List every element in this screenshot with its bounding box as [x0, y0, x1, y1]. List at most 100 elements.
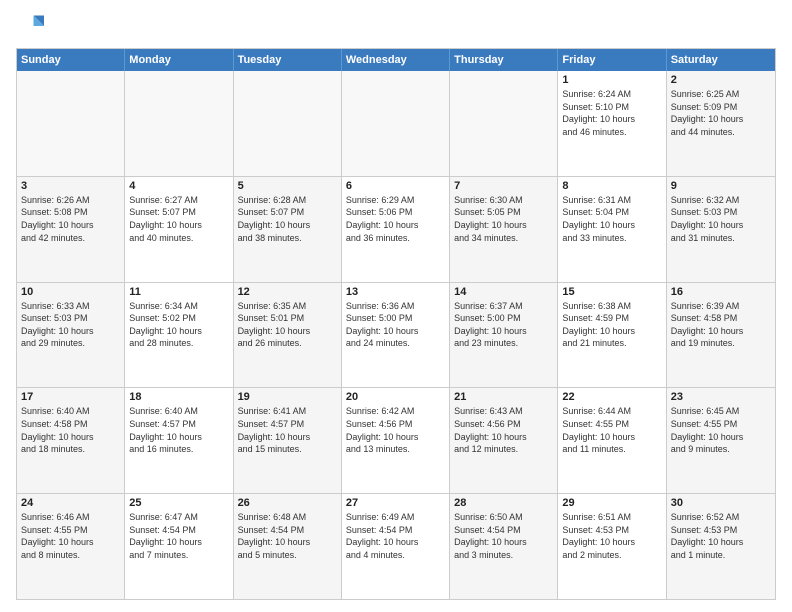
calendar-row-2: 3Sunrise: 6:26 AMSunset: 5:08 PMDaylight…	[17, 176, 775, 282]
calendar-row-5: 24 Sunrise: 6:46 AMSunset: 4:55 PMDayligh…	[17, 493, 775, 599]
day-number: 23	[671, 391, 771, 403]
day-number: 2	[671, 74, 771, 86]
calendar-row-1: 1 Sunrise: 6:24 AMSunset: 5:10 PMDaylight…	[17, 71, 775, 176]
day-cell-10: 10 Sunrise: 6:33 AMSunset: 5:03 PMDayligh…	[17, 283, 125, 388]
day-info: Sunrise: 6:29 AMSunset: 5:06 PMDaylight:…	[346, 194, 445, 244]
day-cell-28: 28 Sunrise: 6:50 AMSunset: 4:54 PMDayligh…	[450, 494, 558, 599]
day-info: Sunrise: 6:39 AMSunset: 4:58 PMDaylight:…	[671, 300, 771, 350]
day-number: 29	[562, 497, 661, 509]
calendar-row-3: 10 Sunrise: 6:33 AMSunset: 5:03 PMDayligh…	[17, 282, 775, 388]
day-info: Sunrise: 6:24 AMSunset: 5:10 PMDaylight:…	[562, 88, 661, 138]
day-cell-16: 16 Sunrise: 6:39 AMSunset: 4:58 PMDayligh…	[667, 283, 775, 388]
day-number: 13	[346, 286, 445, 298]
day-info: Sunrise: 6:27 AMSunset: 5:07 PMDaylight:…	[129, 194, 228, 244]
day-number: 14	[454, 286, 553, 298]
day-number: 26	[238, 497, 337, 509]
day-info: Sunrise: 6:34 AMSunset: 5:02 PMDaylight:…	[129, 300, 228, 350]
calendar-header: SundayMondayTuesdayWednesdayThursdayFrid…	[17, 49, 775, 71]
day-cell-29: 29Sunrise: 6:51 AMSunset: 4:53 PMDayligh…	[558, 494, 666, 599]
day-info: Sunrise: 6:40 AMSunset: 4:57 PMDaylight:…	[129, 405, 228, 455]
day-cell-25: 25 Sunrise: 6:47 AMSunset: 4:54 PMDayligh…	[125, 494, 233, 599]
day-info: Sunrise: 6:32 AMSunset: 5:03 PMDaylight:…	[671, 194, 771, 244]
day-number: 22	[562, 391, 661, 403]
day-number: 10	[21, 286, 120, 298]
day-number: 4	[129, 180, 228, 192]
day-number: 30	[671, 497, 771, 509]
day-number: 17	[21, 391, 120, 403]
day-info: Sunrise: 6:50 AMSunset: 4:54 PMDaylight:…	[454, 511, 553, 561]
header-cell-monday: Monday	[125, 49, 233, 71]
day-cell-12: 12 Sunrise: 6:35 AMSunset: 5:01 PMDayligh…	[234, 283, 342, 388]
empty-cell	[342, 71, 450, 176]
logo-icon	[16, 12, 44, 40]
day-info: Sunrise: 6:42 AMSunset: 4:56 PMDaylight:…	[346, 405, 445, 455]
day-cell-7: 7 Sunrise: 6:30 AMSunset: 5:05 PMDaylight…	[450, 177, 558, 282]
header-cell-sunday: Sunday	[17, 49, 125, 71]
day-number: 24	[21, 497, 120, 509]
day-number: 11	[129, 286, 228, 298]
day-cell-27: 27 Sunrise: 6:49 AMSunset: 4:54 PMDayligh…	[342, 494, 450, 599]
empty-cell	[125, 71, 233, 176]
day-info: Sunrise: 6:35 AMSunset: 5:01 PMDaylight:…	[238, 300, 337, 350]
day-cell-9: 9Sunrise: 6:32 AMSunset: 5:03 PMDaylight…	[667, 177, 775, 282]
day-cell-20: 20 Sunrise: 6:42 AMSunset: 4:56 PMDayligh…	[342, 388, 450, 493]
day-info: Sunrise: 6:43 AMSunset: 4:56 PMDaylight:…	[454, 405, 553, 455]
day-cell-14: 14 Sunrise: 6:37 AMSunset: 5:00 PMDayligh…	[450, 283, 558, 388]
day-number: 18	[129, 391, 228, 403]
day-info: Sunrise: 6:45 AMSunset: 4:55 PMDaylight:…	[671, 405, 771, 455]
day-number: 7	[454, 180, 553, 192]
calendar-row-4: 17 Sunrise: 6:40 AMSunset: 4:58 PMDayligh…	[17, 387, 775, 493]
day-cell-2: 2 Sunrise: 6:25 AMSunset: 5:09 PMDaylight…	[667, 71, 775, 176]
calendar-body: 1 Sunrise: 6:24 AMSunset: 5:10 PMDaylight…	[17, 71, 775, 599]
day-info: Sunrise: 6:49 AMSunset: 4:54 PMDaylight:…	[346, 511, 445, 561]
logo	[16, 12, 48, 40]
day-cell-23: 23 Sunrise: 6:45 AMSunset: 4:55 PMDayligh…	[667, 388, 775, 493]
day-cell-15: 15 Sunrise: 6:38 AMSunset: 4:59 PMDayligh…	[558, 283, 666, 388]
day-cell-24: 24 Sunrise: 6:46 AMSunset: 4:55 PMDayligh…	[17, 494, 125, 599]
day-number: 15	[562, 286, 661, 298]
day-number: 27	[346, 497, 445, 509]
day-cell-13: 13 Sunrise: 6:36 AMSunset: 5:00 PMDayligh…	[342, 283, 450, 388]
day-cell-11: 11 Sunrise: 6:34 AMSunset: 5:02 PMDayligh…	[125, 283, 233, 388]
day-cell-8: 8 Sunrise: 6:31 AMSunset: 5:04 PMDaylight…	[558, 177, 666, 282]
header-cell-saturday: Saturday	[667, 49, 775, 71]
day-info: Sunrise: 6:36 AMSunset: 5:00 PMDaylight:…	[346, 300, 445, 350]
day-info: Sunrise: 6:46 AMSunset: 4:55 PMDaylight:…	[21, 511, 120, 561]
day-cell-4: 4 Sunrise: 6:27 AMSunset: 5:07 PMDaylight…	[125, 177, 233, 282]
day-cell-21: 21 Sunrise: 6:43 AMSunset: 4:56 PMDayligh…	[450, 388, 558, 493]
day-info: Sunrise: 6:44 AMSunset: 4:55 PMDaylight:…	[562, 405, 661, 455]
day-cell-22: 22 Sunrise: 6:44 AMSunset: 4:55 PMDayligh…	[558, 388, 666, 493]
empty-cell	[17, 71, 125, 176]
day-cell-18: 18 Sunrise: 6:40 AMSunset: 4:57 PMDayligh…	[125, 388, 233, 493]
day-number: 12	[238, 286, 337, 298]
day-cell-6: 6 Sunrise: 6:29 AMSunset: 5:06 PMDaylight…	[342, 177, 450, 282]
day-info: Sunrise: 6:40 AMSunset: 4:58 PMDaylight:…	[21, 405, 120, 455]
day-number: 5	[238, 180, 337, 192]
header-cell-thursday: Thursday	[450, 49, 558, 71]
day-info: Sunrise: 6:31 AMSunset: 5:04 PMDaylight:…	[562, 194, 661, 244]
day-cell-1: 1 Sunrise: 6:24 AMSunset: 5:10 PMDaylight…	[558, 71, 666, 176]
day-number: 21	[454, 391, 553, 403]
day-info: Sunrise: 6:30 AMSunset: 5:05 PMDaylight:…	[454, 194, 553, 244]
day-info: Sunrise: 6:41 AMSunset: 4:57 PMDaylight:…	[238, 405, 337, 455]
day-info: Sunrise: 6:28 AMSunset: 5:07 PMDaylight:…	[238, 194, 337, 244]
day-number: 8	[562, 180, 661, 192]
header-cell-wednesday: Wednesday	[342, 49, 450, 71]
day-info: Sunrise: 6:25 AMSunset: 5:09 PMDaylight:…	[671, 88, 771, 138]
day-number: 28	[454, 497, 553, 509]
day-cell-30: 30Sunrise: 6:52 AMSunset: 4:53 PMDayligh…	[667, 494, 775, 599]
day-number: 19	[238, 391, 337, 403]
day-number: 25	[129, 497, 228, 509]
day-number: 1	[562, 74, 661, 86]
day-info: Sunrise: 6:37 AMSunset: 5:00 PMDaylight:…	[454, 300, 553, 350]
day-info: Sunrise: 6:33 AMSunset: 5:03 PMDaylight:…	[21, 300, 120, 350]
header-cell-tuesday: Tuesday	[234, 49, 342, 71]
day-info: Sunrise: 6:47 AMSunset: 4:54 PMDaylight:…	[129, 511, 228, 561]
day-cell-5: 5 Sunrise: 6:28 AMSunset: 5:07 PMDaylight…	[234, 177, 342, 282]
day-number: 20	[346, 391, 445, 403]
day-info: Sunrise: 6:38 AMSunset: 4:59 PMDaylight:…	[562, 300, 661, 350]
day-info: Sunrise: 6:26 AMSunset: 5:08 PMDaylight:…	[21, 194, 120, 244]
day-number: 6	[346, 180, 445, 192]
day-number: 16	[671, 286, 771, 298]
day-cell-26: 26Sunrise: 6:48 AMSunset: 4:54 PMDayligh…	[234, 494, 342, 599]
